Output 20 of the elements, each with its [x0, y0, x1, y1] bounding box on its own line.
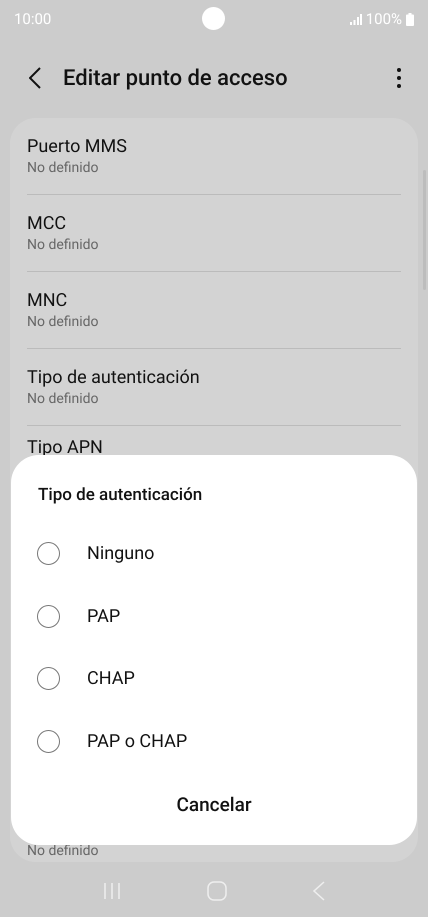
radio-button[interactable]: [37, 604, 60, 628]
option-label[interactable]: Ninguno: [87, 540, 154, 568]
setting-item[interactable]: MNC No definido: [27, 272, 401, 349]
dialog-title: Tipo de autenticación: [38, 484, 202, 507]
option-label[interactable]: PAP o CHAP: [87, 728, 188, 755]
page-title: Editar punto de acceso: [63, 64, 289, 92]
more-options-icon[interactable]: [396, 68, 402, 88]
radio-button[interactable]: [37, 542, 60, 566]
setting-item[interactable]: MCC No definido: [27, 195, 401, 272]
cancel-button[interactable]: Cancelar: [164, 786, 264, 823]
setting-item[interactable]: Tipo de autenticación No definido: [27, 349, 401, 426]
signal-icon: [350, 14, 362, 24]
option-label[interactable]: PAP: [87, 602, 120, 630]
radio-button[interactable]: [37, 667, 60, 690]
setting-item[interactable]: Puerto MMS No definido: [27, 118, 401, 195]
camera-cutout-icon: [202, 7, 225, 30]
battery-icon: [406, 12, 414, 26]
option-label[interactable]: CHAP: [87, 665, 135, 692]
radio-button[interactable]: [37, 730, 60, 753]
setting-subtitle: No definido: [27, 842, 100, 860]
